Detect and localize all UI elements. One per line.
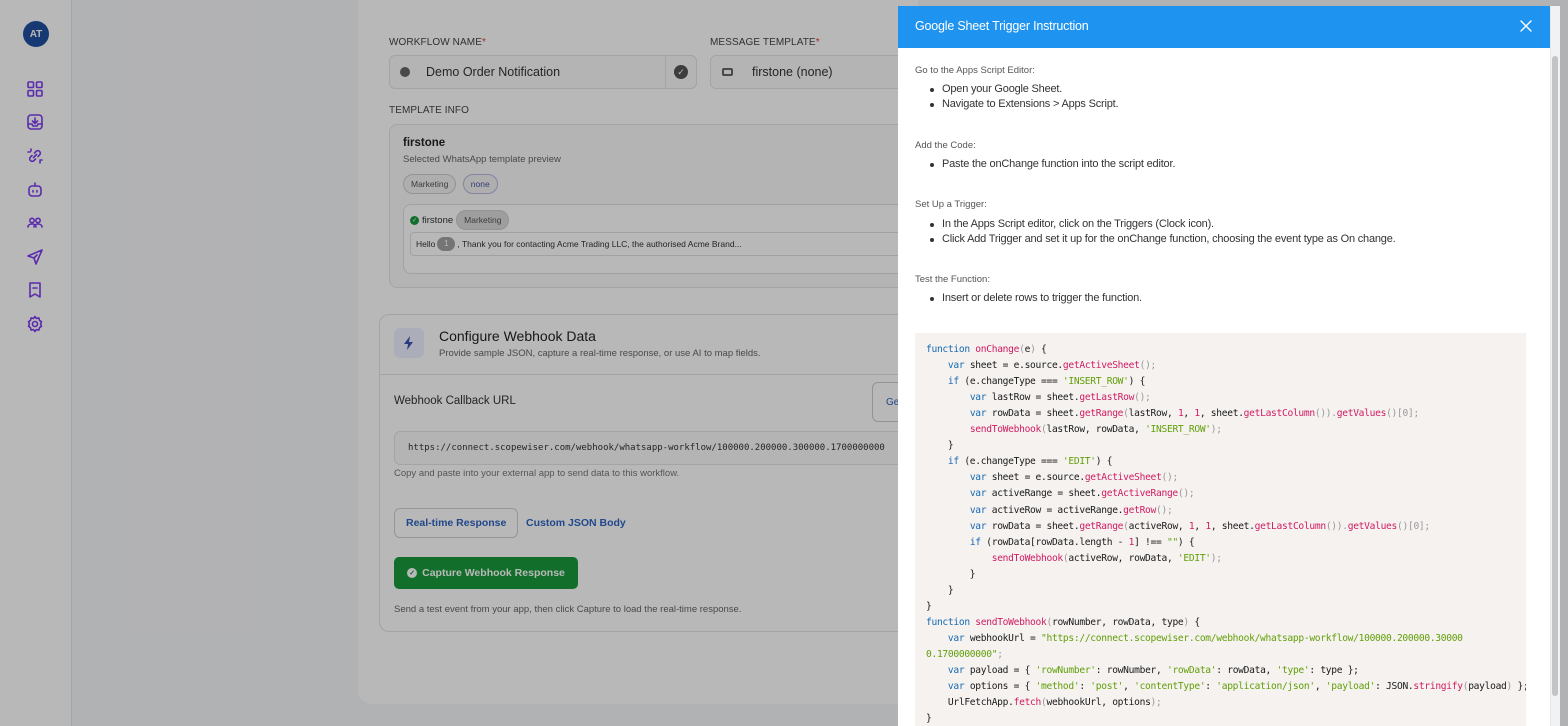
- code-line: function onChange(e) {: [926, 344, 1047, 355]
- code-line: var sheet = e.source.getActiveSheet();: [969, 472, 1178, 484]
- code-line: }: [926, 568, 976, 580]
- code-line: }: [926, 600, 932, 612]
- section-list: In the Apps Script editor, click on the …: [928, 217, 1396, 247]
- section-list: Paste the onChange function into the scr…: [928, 157, 1175, 172]
- code-line: var activeRow = activeRange.getRow();: [969, 504, 1173, 516]
- code-line: var payload = { 'rowNumber': rowNumber, …: [947, 665, 1359, 676]
- code-line: var activeRange = sheet.getActiveRange()…: [969, 488, 1195, 500]
- code-line: }: [926, 440, 954, 452]
- code-line: if (e.changeType === 'EDIT') {: [947, 456, 1113, 468]
- code-line: }: [926, 713, 932, 725]
- code-line: var rowData = sheet.getRange(lastRow, 1,…: [969, 408, 1419, 420]
- code-line: UrlFetchApp.fetch(webhookUrl, options);: [926, 697, 1162, 709]
- list-item: Click Add Trigger and set it up for the …: [928, 232, 1396, 247]
- code-block: function onChange(e) { var sheet = e.sou…: [915, 333, 1526, 726]
- code-line: 0.1700000000";: [926, 648, 1003, 660]
- list-item: In the Apps Script editor, click on the …: [928, 217, 1396, 232]
- section-list: Insert or delete rows to trigger the fun…: [928, 291, 1142, 306]
- code-line: var options = { 'method': 'post', 'conte…: [947, 681, 1526, 693]
- section-title: Add the Code:: [915, 140, 976, 151]
- code-line: var webhookUrl = "https://connect.scopew…: [947, 632, 1463, 644]
- drawer-header: Google Sheet Trigger Instruction: [898, 6, 1550, 48]
- scrollbar-thumb[interactable]: [1552, 56, 1558, 696]
- code-line: function sendToWebhook(rowNumber, rowDat…: [926, 616, 1200, 628]
- code-line: var lastRow = sheet.getLastRow();: [969, 392, 1151, 404]
- section-title: Test the Function:: [915, 274, 990, 285]
- list-item: Insert or delete rows to trigger the fun…: [928, 291, 1142, 306]
- list-item: Paste the onChange function into the scr…: [928, 157, 1175, 172]
- section-list: Open your Google Sheet. Navigate to Exte…: [928, 82, 1119, 112]
- code-line: var sheet = e.source.getActiveSheet();: [947, 360, 1157, 372]
- section-title: Go to the Apps Script Editor:: [915, 65, 1035, 76]
- code-line: sendToWebhook(activeRow, rowData, 'EDIT'…: [991, 552, 1222, 564]
- section-title: Set Up a Trigger:: [915, 199, 987, 210]
- close-icon[interactable]: [1518, 18, 1534, 34]
- code-line: if (rowData[rowData.length - 1] !== "") …: [969, 536, 1195, 548]
- list-item: Open your Google Sheet.: [928, 82, 1118, 97]
- drawer-title: Google Sheet Trigger Instruction: [915, 19, 1089, 33]
- code-line: }: [926, 584, 954, 596]
- list-item: Navigate to Extensions > Apps Script.: [928, 97, 1119, 112]
- code-line: var rowData = sheet.getRange(activeRow, …: [969, 520, 1430, 532]
- code-line: sendToWebhook(lastRow, rowData, 'INSERT_…: [969, 424, 1222, 436]
- code-line: if (e.changeType === 'INSERT_ROW') {: [947, 376, 1146, 388]
